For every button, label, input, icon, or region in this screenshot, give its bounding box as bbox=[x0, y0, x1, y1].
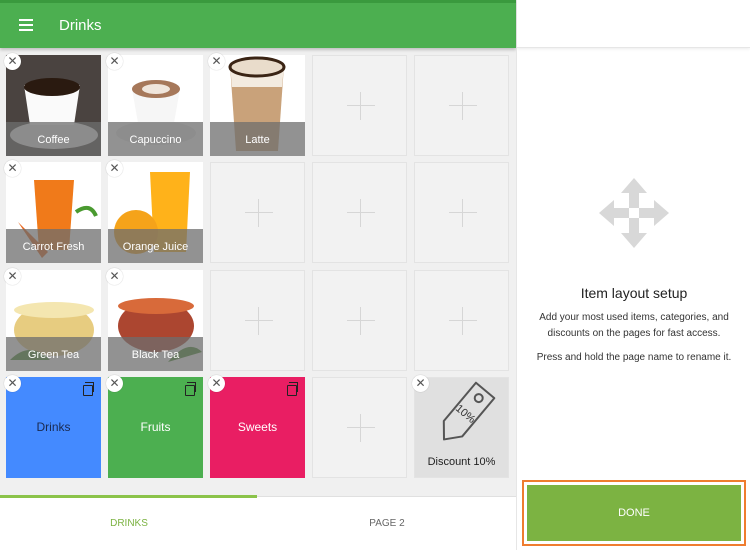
plus-icon bbox=[347, 92, 375, 120]
item-tile[interactable]: Capuccino bbox=[108, 55, 203, 156]
category-tile[interactable]: Drinks bbox=[6, 377, 101, 478]
category-icon bbox=[287, 382, 298, 396]
item-tile[interactable]: Orange Juice bbox=[108, 162, 203, 263]
plus-icon bbox=[245, 307, 273, 335]
app-bar: Drinks bbox=[0, 0, 516, 48]
item-label: Capuccino bbox=[108, 122, 203, 156]
item-label: Green Tea bbox=[6, 337, 101, 371]
item-tile[interactable]: Carrot Fresh bbox=[6, 162, 101, 263]
empty-slot[interactable] bbox=[414, 162, 509, 263]
plus-icon bbox=[347, 414, 375, 442]
remove-icon[interactable]: ✕ bbox=[4, 375, 21, 392]
remove-icon[interactable]: ✕ bbox=[106, 160, 123, 177]
item-tile[interactable]: Latte bbox=[210, 55, 305, 156]
item-tile[interactable]: Black Tea bbox=[108, 270, 203, 371]
category-tile[interactable]: Sweets bbox=[210, 377, 305, 478]
empty-slot[interactable] bbox=[210, 162, 305, 263]
item-label: Latte bbox=[210, 122, 305, 156]
category-icon bbox=[83, 382, 94, 396]
empty-slot[interactable] bbox=[414, 270, 509, 371]
setup-panel: Item layout setup Add your most used ite… bbox=[516, 0, 750, 550]
tab-page-2[interactable]: PAGE 2 bbox=[258, 497, 516, 551]
remove-icon[interactable]: ✕ bbox=[412, 375, 429, 392]
page-tabs: DRINKS PAGE 2 bbox=[0, 495, 516, 551]
category-label: Sweets bbox=[237, 420, 278, 434]
empty-slot[interactable] bbox=[414, 55, 509, 156]
remove-icon[interactable]: ✕ bbox=[4, 268, 21, 285]
panel-heading: Item layout setup bbox=[580, 285, 688, 301]
empty-slot[interactable] bbox=[312, 55, 407, 156]
item-tile[interactable]: Green Tea bbox=[6, 270, 101, 371]
item-tile[interactable]: Coffee bbox=[6, 55, 101, 156]
tab-drinks[interactable]: DRINKS bbox=[0, 497, 258, 551]
plus-icon bbox=[449, 92, 477, 120]
page-title: Drinks bbox=[59, 17, 102, 34]
hamburger-icon[interactable] bbox=[19, 19, 33, 31]
remove-icon[interactable]: ✕ bbox=[4, 53, 21, 70]
done-highlight: DONE bbox=[522, 480, 746, 546]
empty-slot[interactable] bbox=[312, 377, 407, 478]
category-label: Fruits bbox=[140, 420, 171, 434]
move-arrows-icon bbox=[599, 178, 669, 248]
remove-icon[interactable]: ✕ bbox=[208, 375, 225, 392]
remove-icon[interactable]: ✕ bbox=[106, 53, 123, 70]
empty-slot[interactable] bbox=[210, 270, 305, 371]
remove-icon[interactable]: ✕ bbox=[4, 160, 21, 177]
panel-hint: Press and hold the page name to rename i… bbox=[536, 352, 732, 363]
remove-icon[interactable]: ✕ bbox=[106, 268, 123, 285]
category-icon bbox=[185, 382, 196, 396]
item-label: Coffee bbox=[6, 122, 101, 156]
discount-tile[interactable]: 10% Discount 10% bbox=[414, 377, 509, 478]
item-label: Orange Juice bbox=[108, 229, 203, 263]
done-button[interactable]: DONE bbox=[527, 485, 741, 541]
panel-description: Add your most used items, categories, an… bbox=[539, 312, 729, 339]
plus-icon bbox=[449, 199, 477, 227]
item-label: Black Tea bbox=[108, 337, 203, 371]
panel-header bbox=[517, 0, 750, 48]
item-label: Carrot Fresh bbox=[6, 229, 101, 263]
empty-slot[interactable] bbox=[312, 162, 407, 263]
plus-icon bbox=[245, 199, 273, 227]
category-tile[interactable]: Fruits bbox=[108, 377, 203, 478]
plus-icon bbox=[347, 199, 375, 227]
plus-icon bbox=[347, 307, 375, 335]
discount-label: Discount 10% bbox=[427, 456, 496, 468]
price-tag-icon: 10% bbox=[442, 381, 496, 441]
remove-icon[interactable]: ✕ bbox=[106, 375, 123, 392]
layout-editor: Drinks Coffee ✕ Capuccino ✕ Latte ✕ Carrot Fre… bbox=[0, 0, 516, 550]
category-label: Drinks bbox=[36, 420, 71, 434]
plus-icon bbox=[449, 307, 477, 335]
empty-slot[interactable] bbox=[312, 270, 407, 371]
remove-icon[interactable]: ✕ bbox=[208, 53, 225, 70]
